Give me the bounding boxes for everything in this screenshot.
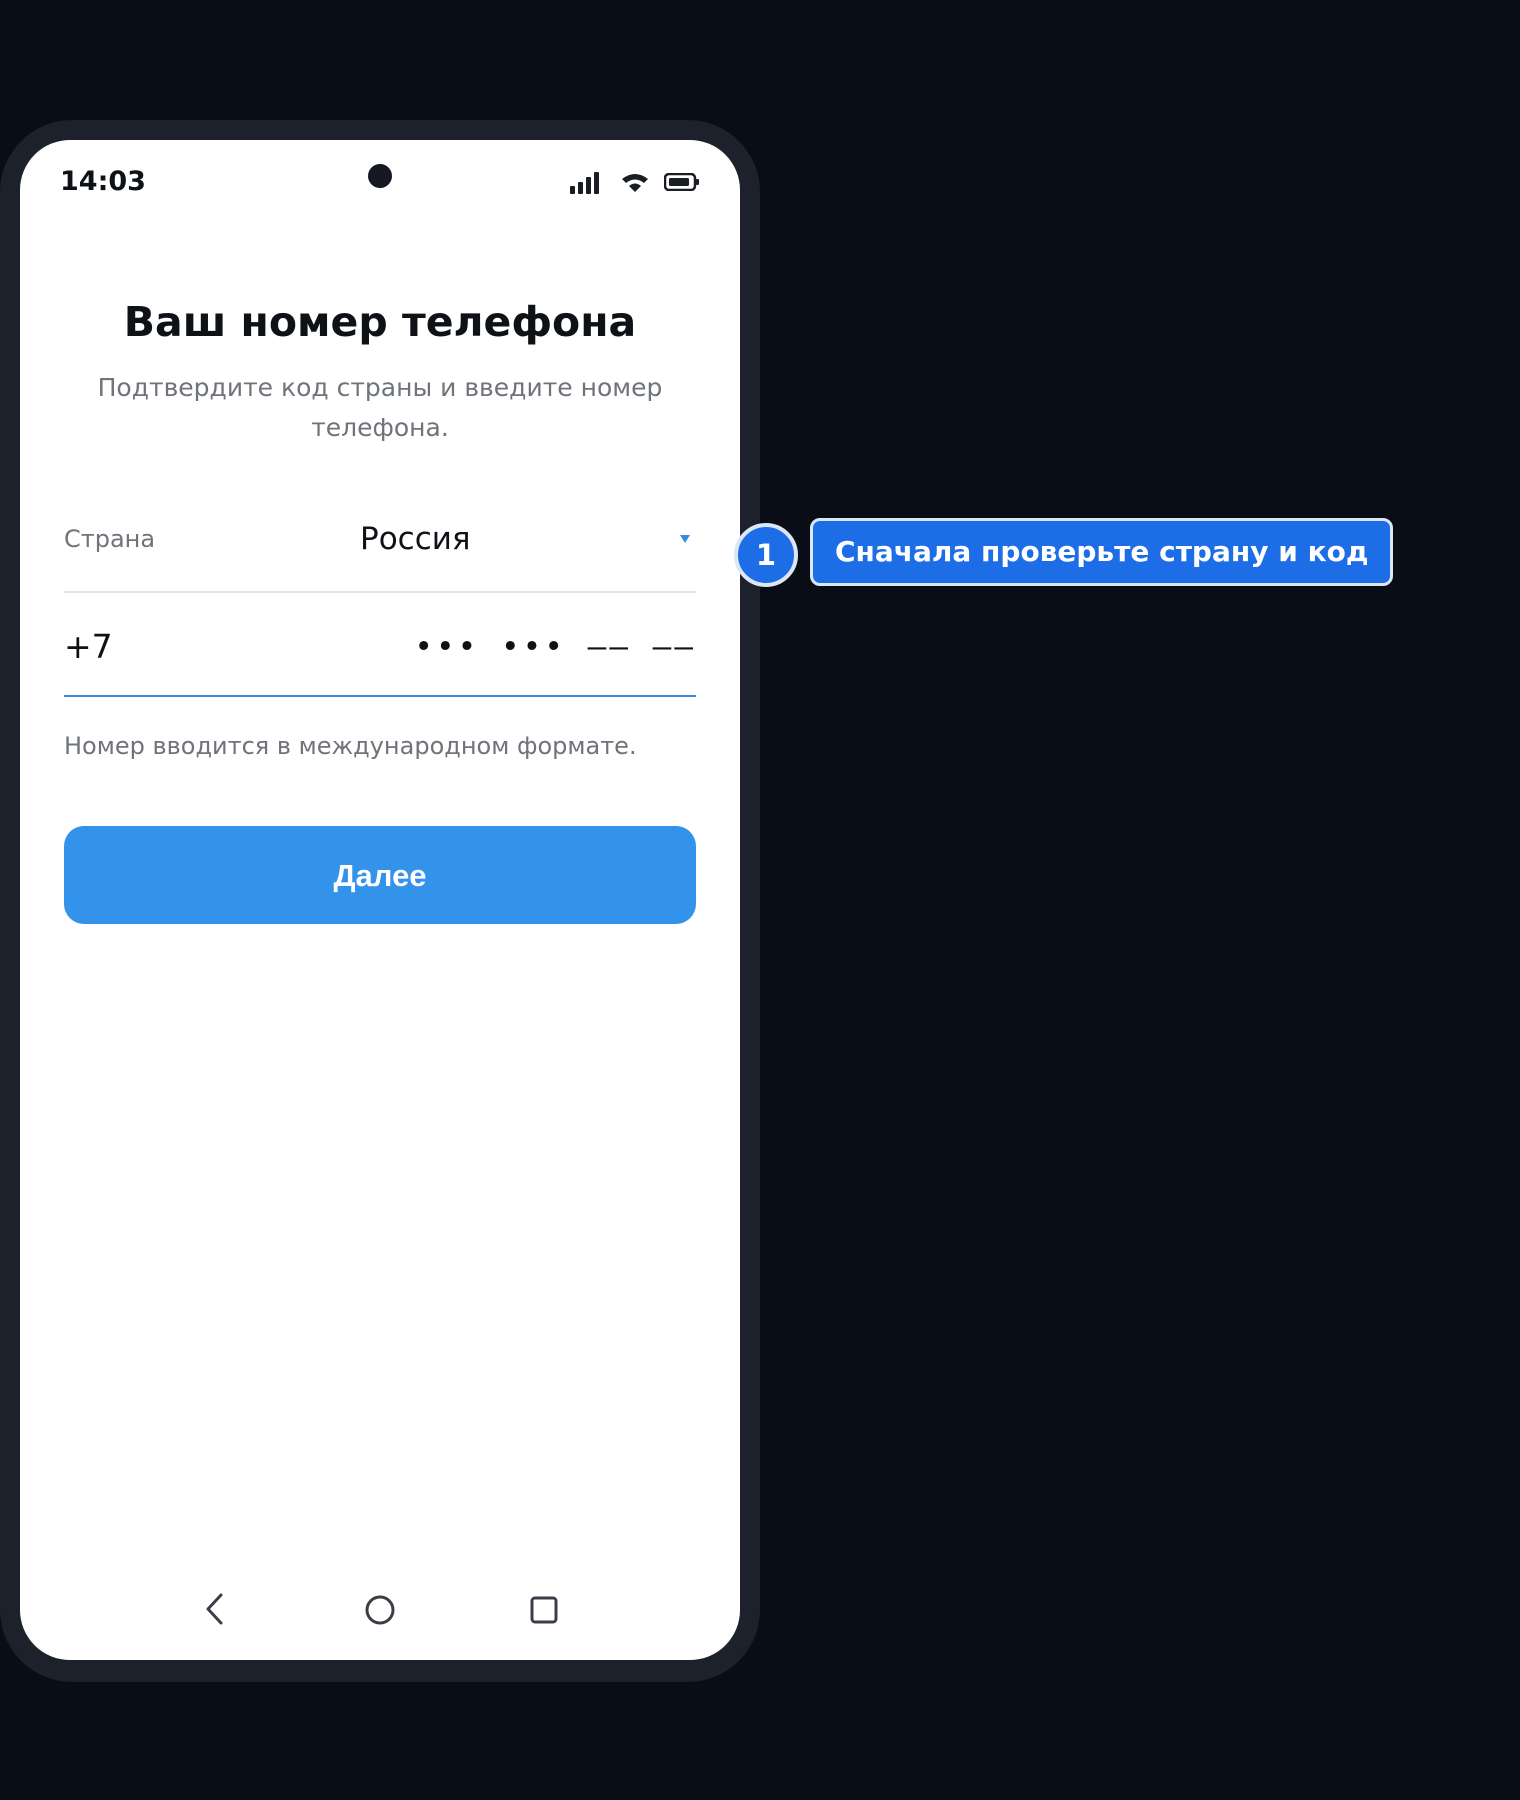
battery-icon	[663, 172, 700, 192]
home-icon[interactable]	[365, 1595, 395, 1625]
format-hint: Номер вводится в международном формате.	[64, 732, 637, 760]
country-code: +7	[64, 627, 113, 666]
country-selector[interactable]: Страна Россия	[64, 495, 696, 593]
status-time: 14:03	[60, 166, 146, 197]
chevron-down-icon	[680, 535, 690, 543]
step-callout: Сначала проверьте страну и код	[810, 518, 1394, 586]
navigation-bar	[20, 1584, 740, 1634]
back-icon[interactable]	[204, 1592, 226, 1626]
phone-number-placeholder: ••• ••• –– ––	[414, 629, 696, 665]
camera-cutout	[368, 164, 392, 188]
step-badge: 1	[734, 523, 798, 587]
recent-apps-icon[interactable]	[530, 1596, 558, 1624]
phone-number-field[interactable]: +7 ••• ••• –– ––	[64, 595, 696, 697]
signal-icon	[570, 170, 606, 194]
country-label: Страна	[64, 525, 156, 553]
next-button[interactable]: Далее	[64, 826, 696, 924]
status-icons	[570, 170, 700, 194]
page-title: Ваш номер телефона	[123, 298, 637, 346]
wifi-icon	[620, 170, 650, 194]
stage: 14:03 Ваш номер телефона Подтвердите код…	[0, 0, 1520, 1800]
page-subtitle: Подтвердите код страны и введите номер т…	[97, 373, 663, 442]
country-value: Россия	[360, 521, 471, 557]
phone-screen: 14:03 Ваш номер телефона Подтвердите код…	[20, 140, 740, 1660]
